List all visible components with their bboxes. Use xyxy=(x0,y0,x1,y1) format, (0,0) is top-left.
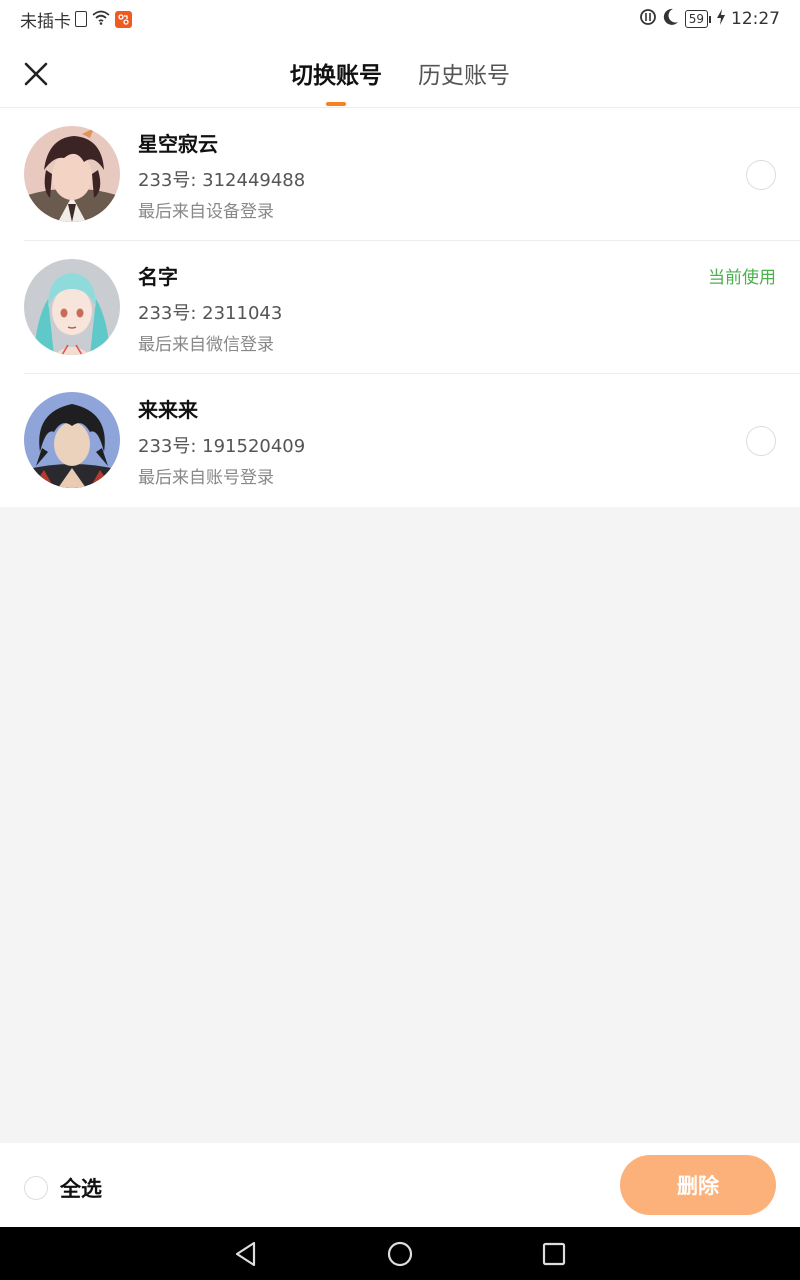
header: 切换账号 历史账号 xyxy=(0,38,800,108)
account-uid: 233号: 312449488 xyxy=(138,170,306,191)
status-right: 59 12:27 xyxy=(639,8,780,31)
close-icon xyxy=(24,62,48,86)
tab-switch-account[interactable]: 切换账号 xyxy=(290,56,382,106)
tab-bar: 切换账号 历史账号 xyxy=(0,38,800,108)
account-login-source: 最后来自账号登录 xyxy=(138,468,274,488)
account-login-source: 最后来自设备登录 xyxy=(138,202,274,222)
account-login-source: 最后来自微信登录 xyxy=(138,335,274,355)
list-item[interactable]: 名字 233号: 2311043 最后来自微信登录 当前使用 xyxy=(0,241,800,374)
tab-history-account[interactable]: 历史账号 xyxy=(418,56,510,90)
system-nav-bar xyxy=(0,1227,800,1280)
delete-button[interactable]: 删除 xyxy=(620,1155,776,1215)
sim-icon xyxy=(75,11,87,27)
close-button[interactable] xyxy=(20,58,52,90)
select-all-toggle[interactable]: 全选 xyxy=(24,1173,102,1203)
back-button[interactable] xyxy=(232,1240,260,1268)
wifi-icon xyxy=(91,9,111,30)
account-uid: 233号: 191520409 xyxy=(138,436,306,457)
recents-button[interactable] xyxy=(540,1240,568,1268)
tab-label: 切换账号 xyxy=(290,63,382,89)
tab-indicator xyxy=(326,102,346,106)
battery-tip xyxy=(709,15,711,23)
account-list: 星空寂云 233号: 312449488 最后来自设备登录 名字 233号: 2… xyxy=(0,108,800,507)
footer-bar: 全选 删除 xyxy=(0,1143,800,1227)
select-all-label: 全选 xyxy=(60,1177,102,1201)
account-name: 名字 xyxy=(138,265,178,289)
status-bar: 未插卡 59 12:27 xyxy=(0,0,800,38)
data-saver-icon xyxy=(639,8,657,31)
select-all-radio[interactable] xyxy=(24,1176,48,1200)
recents-icon xyxy=(542,1242,566,1265)
list-item[interactable]: 来来来 233号: 191520409 最后来自账号登录 xyxy=(0,374,800,507)
avatar xyxy=(24,392,120,488)
charging-icon xyxy=(717,8,725,30)
account-name: 来来来 xyxy=(138,398,198,422)
moon-icon xyxy=(663,8,679,31)
battery-level: 59 xyxy=(688,12,704,26)
home-button[interactable] xyxy=(386,1240,414,1268)
select-radio[interactable] xyxy=(746,426,776,456)
avatar xyxy=(24,126,120,222)
app-notification-icon xyxy=(115,10,132,28)
carrier-text: 未插卡 xyxy=(20,11,71,32)
clock-text: 12:27 xyxy=(731,9,780,29)
select-radio[interactable] xyxy=(746,160,776,190)
account-name: 星空寂云 xyxy=(138,132,218,156)
home-icon xyxy=(387,1241,413,1266)
tab-label: 历史账号 xyxy=(418,63,510,89)
status-left: 未插卡 xyxy=(20,7,132,32)
current-account-tag: 当前使用 xyxy=(708,268,776,288)
account-uid: 233号: 2311043 xyxy=(138,303,283,324)
back-icon xyxy=(235,1241,256,1266)
avatar xyxy=(24,259,120,355)
battery-icon: 59 xyxy=(684,10,708,28)
list-item[interactable]: 星空寂云 233号: 312449488 最后来自设备登录 xyxy=(0,108,800,241)
